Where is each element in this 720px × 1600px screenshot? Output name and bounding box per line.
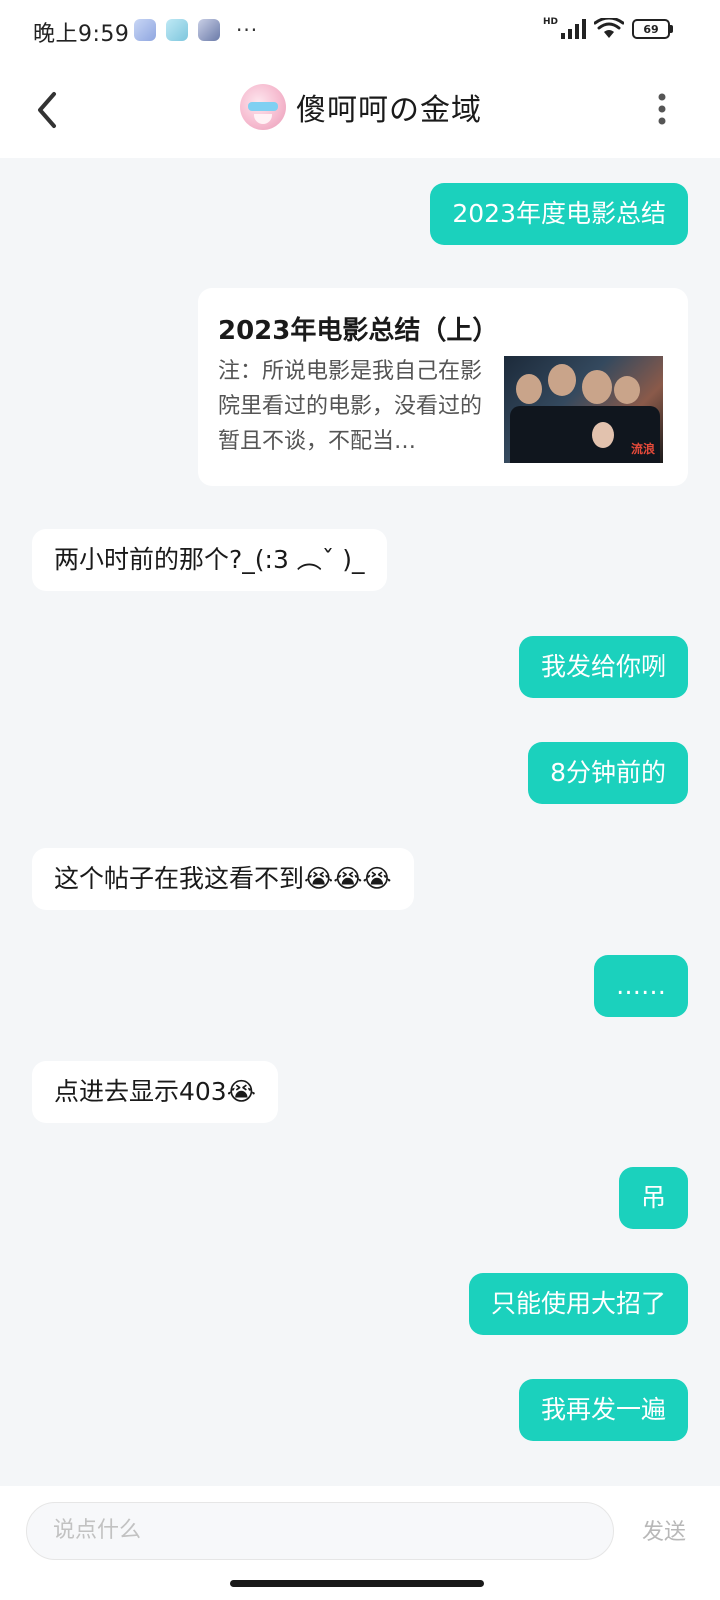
message-bubble-sent[interactable]: …… (594, 955, 688, 1017)
message-bubble-sent[interactable]: 只能使用大招了 (468, 1273, 688, 1335)
home-indicator[interactable] (230, 1580, 484, 1587)
signal-icon (561, 19, 586, 39)
status-bar: 晚上9:59 ··· HD 69 (0, 0, 720, 64)
chat-header: 傻呵呵の金域 (0, 64, 720, 158)
contact-name: 傻呵呵の金域 (296, 93, 482, 128)
app-notification-icon (134, 19, 156, 41)
chat-title[interactable]: 傻呵呵の金域 (240, 84, 482, 130)
status-right: HD 69 (542, 17, 673, 40)
message-bubble-sent[interactable]: 吊 (618, 1167, 688, 1229)
app-notification-icon (198, 19, 220, 41)
thumbnail-logo: 流浪 (630, 442, 655, 456)
shared-post-card[interactable]: 2023年电影总结（上） 注：所说电影是我自己在影院里看过的电影，没看过的暂且不… (198, 288, 688, 486)
more-notifications-icon: ··· (236, 18, 259, 42)
message-bubble-received[interactable]: 两小时前的那个?_(:3 ︵ˇ )_ (32, 529, 387, 591)
avatar[interactable] (240, 84, 286, 130)
message-bubble-received[interactable]: 这个帖子在我这看不到😭😭😭 (32, 848, 414, 910)
card-thumbnail: 流浪 (504, 356, 663, 463)
message-bubble-sent[interactable]: 2023年度电影总结 (430, 183, 688, 245)
message-bubble-received[interactable]: 点进去显示403😭 (32, 1061, 278, 1123)
message-input[interactable]: 说点什么 (26, 1502, 614, 1560)
wifi-icon (594, 18, 624, 38)
message-bubble-sent[interactable]: 我发给你咧 (518, 636, 688, 698)
card-title: 2023年电影总结（上） (218, 316, 499, 346)
app-notification-icon (166, 19, 188, 41)
send-button[interactable]: 发送 (642, 1514, 686, 1546)
status-time: 晚上9:59 (33, 22, 130, 47)
back-icon[interactable] (28, 88, 68, 132)
hd-icon: HD (542, 17, 558, 27)
notification-icons: ··· (134, 18, 258, 42)
battery-level: 69 (643, 22, 659, 36)
more-options-icon[interactable] (656, 92, 668, 126)
card-description: 注：所说电影是我自己在影院里看过的电影，没看过的暂且不谈，不配当… (218, 359, 483, 454)
message-bubble-sent[interactable]: 我再发一遍 (518, 1379, 688, 1441)
message-bubble-sent[interactable]: 8分钟前的 (528, 742, 688, 804)
battery-icon: 69 (632, 19, 673, 39)
